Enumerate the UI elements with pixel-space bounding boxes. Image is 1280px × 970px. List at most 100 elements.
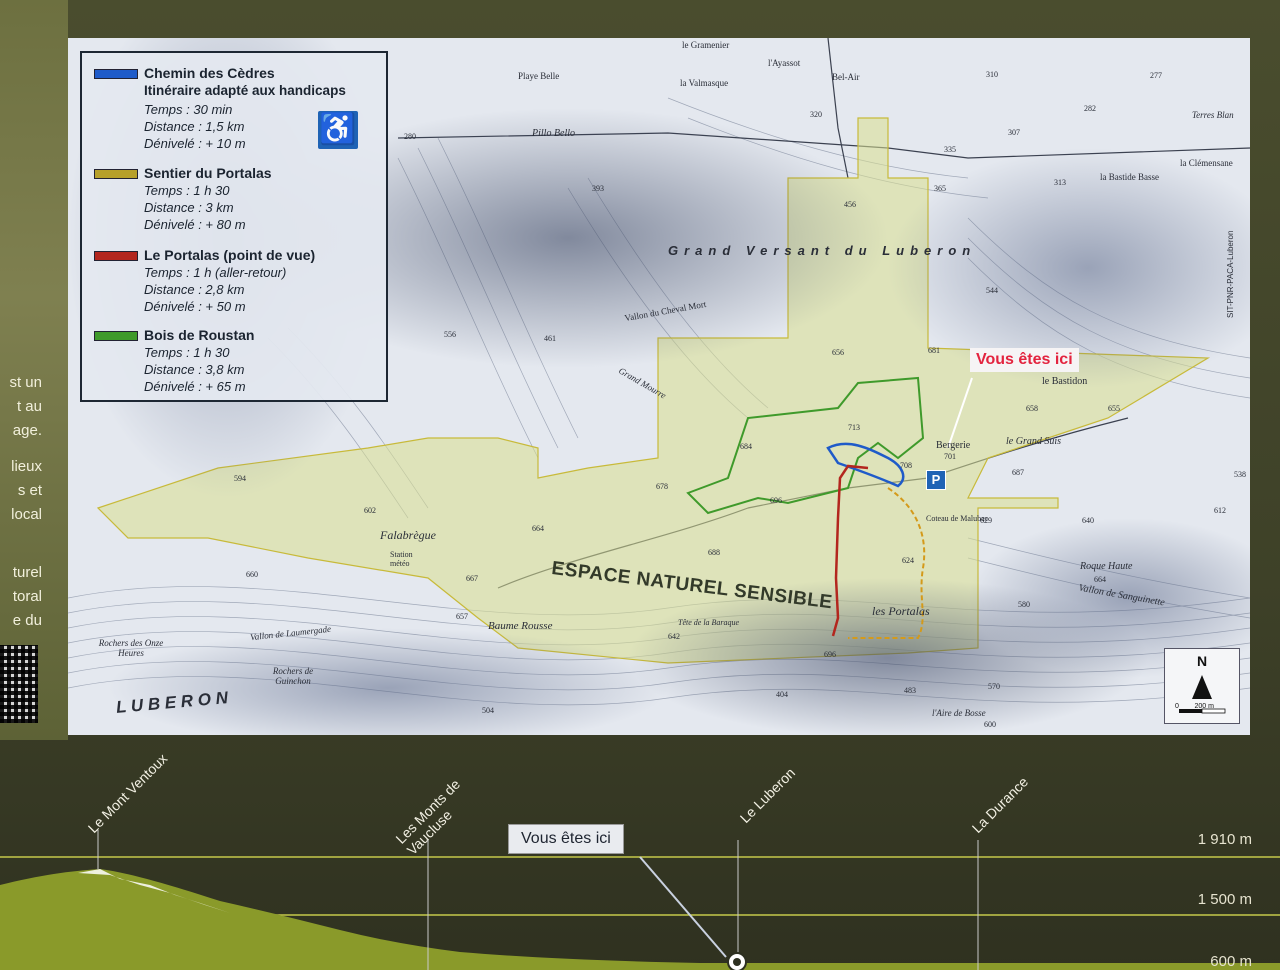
place-la-clemensane: la Clémensane <box>1180 158 1233 168</box>
legend-elevation: Dénivelé : + 50 m <box>144 299 246 314</box>
legend-swatch-red <box>94 251 138 261</box>
qr-code[interactable] <box>0 645 38 723</box>
you-are-here-label: Vous êtes ici <box>970 348 1079 372</box>
wheelchair-icon: ♿ <box>318 111 358 149</box>
elevation-label: 658 <box>1026 404 1038 413</box>
elevation-label: 538 <box>1234 470 1246 479</box>
place-bel-air: Bel-Air <box>832 72 860 82</box>
elevation-label: 404 <box>776 690 788 699</box>
place-la-bastide-basse: la Bastide Basse <box>1100 172 1159 182</box>
elevation-label: 688 <box>708 548 720 557</box>
legend-time: Temps : 1 h 30 <box>144 183 230 198</box>
north-arrow-icon <box>1179 675 1226 714</box>
left-text-line: age. <box>12 422 42 439</box>
left-text-line: e du <box>12 612 42 629</box>
elevation-label: 656 <box>832 348 844 357</box>
elevation-label: 280 <box>404 132 416 141</box>
left-info-panel: st un t au age. lieux s et local turel t… <box>0 0 68 740</box>
elevation-label: 640 <box>1082 516 1094 525</box>
legend-swatch-yellow <box>94 169 138 179</box>
place-falabregue: Falabrègue <box>380 528 436 542</box>
legend-swatch-blue <box>94 69 138 79</box>
elevation-label: 660 <box>246 570 258 579</box>
legend-elevation: Dénivelé : + 65 m <box>144 379 246 394</box>
elevation-label: 320 <box>810 110 822 119</box>
elevation-label: 664 <box>532 524 544 533</box>
elevation-label: 313 <box>1054 178 1066 187</box>
place-station-meteo: Station météo <box>390 550 413 568</box>
elevation-label: 504 <box>482 706 494 715</box>
elevation-profile <box>0 830 1280 970</box>
legend-title: Sentier du Portalas <box>144 165 272 181</box>
left-text-line: s et <box>17 482 42 499</box>
place-le-bastidon: le Bastidon <box>1042 376 1088 387</box>
elevation-label: 365 <box>934 184 946 193</box>
legend-title: Le Portalas (point de vue) <box>144 247 316 263</box>
parking-icon[interactable]: P <box>926 470 946 490</box>
elevation-label: 684 <box>740 442 752 451</box>
altitude-label: 1 500 m <box>1197 891 1252 908</box>
elevation-label: 556 <box>444 330 456 339</box>
place-les-portalas: les Portalas <box>872 604 930 618</box>
elevation-label: 655 <box>1108 404 1120 413</box>
place-baume-rousse: Baume Rousse <box>488 620 553 632</box>
place-le-gramenier: le Gramenier <box>682 40 730 50</box>
legend-swatch-green <box>94 331 138 341</box>
place-tete-baraque: Tête de la Baraque <box>678 618 740 627</box>
elevation-label: 310 <box>986 70 998 79</box>
elevation-label: 696 <box>770 496 782 505</box>
elevation-label: 664 <box>1094 575 1106 584</box>
place-pillo-bello: Pillo Bello <box>532 128 576 139</box>
elevation-label: 602 <box>364 506 376 515</box>
left-text-line: turel <box>12 564 42 581</box>
elevation-label: 681 <box>928 346 940 355</box>
elevation-label: 594 <box>234 474 246 483</box>
elevation-label: 624 <box>902 556 914 565</box>
elevation-label: 483 <box>904 686 916 695</box>
elevation-label: 277 <box>1150 71 1162 80</box>
legend-elevation: Dénivelé : + 10 m <box>144 136 246 151</box>
elevation-label: 335 <box>944 145 956 154</box>
elevation-label: 612 <box>1214 506 1226 515</box>
legend-time: Temps : 1 h 30 <box>144 345 230 360</box>
place-rochers-onze-heures: Rochers des Onze Heures <box>98 638 164 658</box>
elevation-label: 687 <box>1012 468 1024 477</box>
elevation-label: 282 <box>1084 104 1096 113</box>
profile-you-are-here: Vous êtes ici <box>508 824 624 854</box>
altitude-label: 1 910 m <box>1197 831 1252 848</box>
place-bergerie: Bergerie <box>936 440 971 451</box>
left-text-line: local <box>11 506 42 523</box>
place-le-grand-suis: le Grand Suis <box>1006 436 1061 447</box>
place-terres-blan: Terres Blan <box>1192 110 1234 120</box>
place-la-valmasque: la Valmasque <box>680 78 729 88</box>
north-arrow-scale: N 0 200 m <box>1164 648 1240 724</box>
legend-distance: Distance : 3,8 km <box>144 362 245 377</box>
legend-subtitle: Itinéraire adapté aux handicaps <box>144 83 346 98</box>
elevation-label: 678 <box>656 482 668 491</box>
left-text-line: toral <box>12 588 42 605</box>
elevation-label: 544 <box>986 286 998 295</box>
place-coteau-malubac: Coteau de Malubac <box>926 514 989 523</box>
elevation-label: 393 <box>592 184 604 193</box>
elevation-label: 629 <box>980 516 992 525</box>
legend-title: Chemin des Cèdres <box>144 65 275 81</box>
legend-distance: Distance : 2,8 km <box>144 282 245 297</box>
legend-title: Bois de Roustan <box>144 327 255 343</box>
left-text-line: t au <box>16 398 42 415</box>
scale-label: 0 200 m <box>1175 703 1214 710</box>
left-text-line: st un <box>9 374 42 391</box>
place-grand-versant: Grand Versant du Luberon <box>668 243 977 258</box>
legend-distance: Distance : 3 km <box>144 200 234 215</box>
elevation-label: 713 <box>848 423 860 432</box>
place-rochers-guinchon: Rochers de Guinchon <box>272 666 314 686</box>
elevation-label: 580 <box>1018 600 1030 609</box>
map-credit: SIT-PNR-PACA-Luberon <box>1226 230 1235 318</box>
elevation-label: 570 <box>988 682 1000 691</box>
legend-elevation: Dénivelé : + 80 m <box>144 217 246 232</box>
place-roque-haute: Roque Haute <box>1080 561 1133 572</box>
elevation-label: 696 <box>824 650 836 659</box>
left-text-line: lieux <box>11 458 42 475</box>
map-legend: Chemin des Cèdres Itinéraire adapté aux … <box>80 51 388 402</box>
elevation-label: 307 <box>1008 128 1020 137</box>
place-aire-de-bosse: l'Aire de Bosse <box>932 708 986 718</box>
